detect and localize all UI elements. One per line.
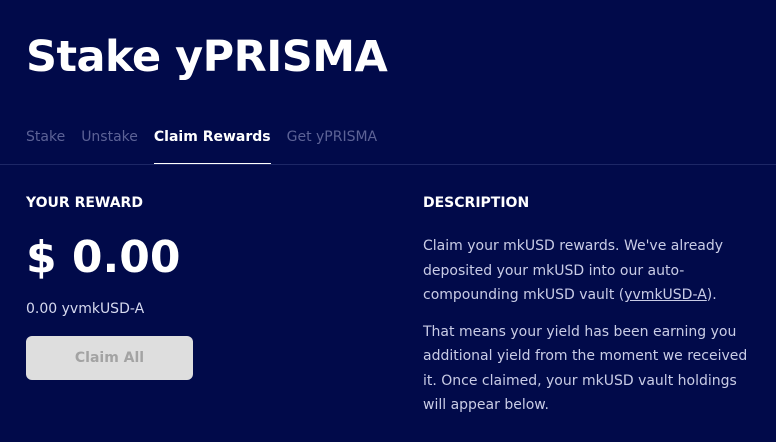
description-paragraph-2: That means your yield has been earning y… (423, 323, 748, 414)
reward-panel: YOUR REWARD $ 0.00 0.00 yvmkUSD-A Claim … (26, 194, 193, 380)
description-paragraph-1: Claim your mkUSD rewards. We've already … (423, 234, 763, 308)
tab-claim-rewards[interactable]: Claim Rewards (153, 124, 271, 165)
description-text: Claim your mkUSD rewards. We've already … (423, 234, 763, 418)
reward-heading: YOUR REWARD (26, 195, 143, 211)
reward-amount: $ 0.00 (26, 232, 181, 283)
tab-stake[interactable]: Stake (26, 124, 65, 165)
description-heading: DESCRIPTION (423, 195, 530, 211)
tab-divider (0, 164, 776, 165)
description-panel: DESCRIPTION Claim your mkUSD rewards. We… (423, 194, 763, 418)
reward-token-amount: 0.00 yvmkUSD-A (26, 301, 145, 317)
tab-unstake[interactable]: Unstake (81, 124, 138, 165)
stake-page: Stake yPRISMA Stake Unstake Claim Reward… (0, 0, 776, 442)
tab-bar: Stake Unstake Claim Rewards Get yPRISMA (26, 124, 393, 165)
vault-link[interactable]: yvmkUSD-A (624, 287, 707, 303)
page-title: Stake yPRISMA (26, 32, 388, 82)
description-p1-end: ). (706, 287, 717, 303)
tab-get-yprisma[interactable]: Get yPRISMA (287, 124, 378, 165)
claim-all-button[interactable]: Claim All (26, 336, 193, 380)
